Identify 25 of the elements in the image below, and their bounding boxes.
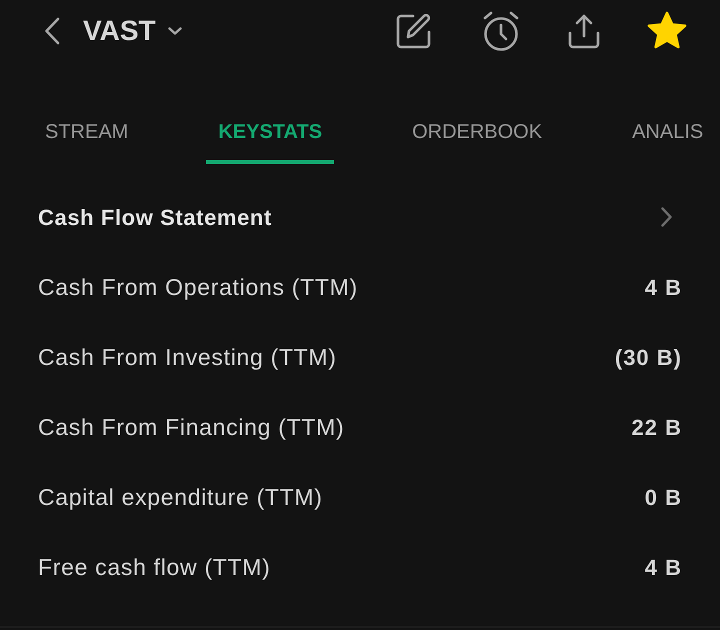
- row-value: (30 B): [614, 344, 682, 372]
- tab[interactable]: STREAM: [33, 108, 140, 164]
- tab[interactable]: ANALIS: [620, 108, 716, 164]
- back-button[interactable]: [44, 17, 60, 45]
- row-value: 4 B: [644, 274, 682, 302]
- row-value: 4 B: [644, 554, 682, 582]
- row-label: Cash From Financing (TTM): [38, 412, 344, 442]
- star-icon[interactable]: [646, 11, 688, 51]
- alarm-clock-icon[interactable]: [482, 11, 520, 51]
- edit-icon[interactable]: [396, 13, 432, 49]
- tab[interactable]: ORDERBOOK: [400, 108, 554, 164]
- row-label: Free cash flow (TTM): [38, 552, 271, 582]
- row-value: 0 B: [644, 484, 682, 512]
- section-title: Cash Flow Statement: [38, 204, 272, 232]
- row-label: Cash From Operations (TTM): [38, 272, 358, 302]
- share-icon[interactable]: [568, 13, 600, 49]
- caret-icon: [168, 27, 182, 35]
- chevron-right-icon: [661, 207, 672, 227]
- row-label: Cash From Investing (TTM): [38, 342, 337, 372]
- ticker-dropdown[interactable]: VAST: [83, 17, 182, 45]
- back-icon: [44, 17, 60, 45]
- row-label: Capital expenditure (TTM): [38, 482, 323, 512]
- section-header[interactable]: Cash Flow Statement: [38, 182, 682, 252]
- row-value: 22 B: [632, 414, 682, 442]
- tab[interactable]: KEYSTATS: [206, 108, 334, 164]
